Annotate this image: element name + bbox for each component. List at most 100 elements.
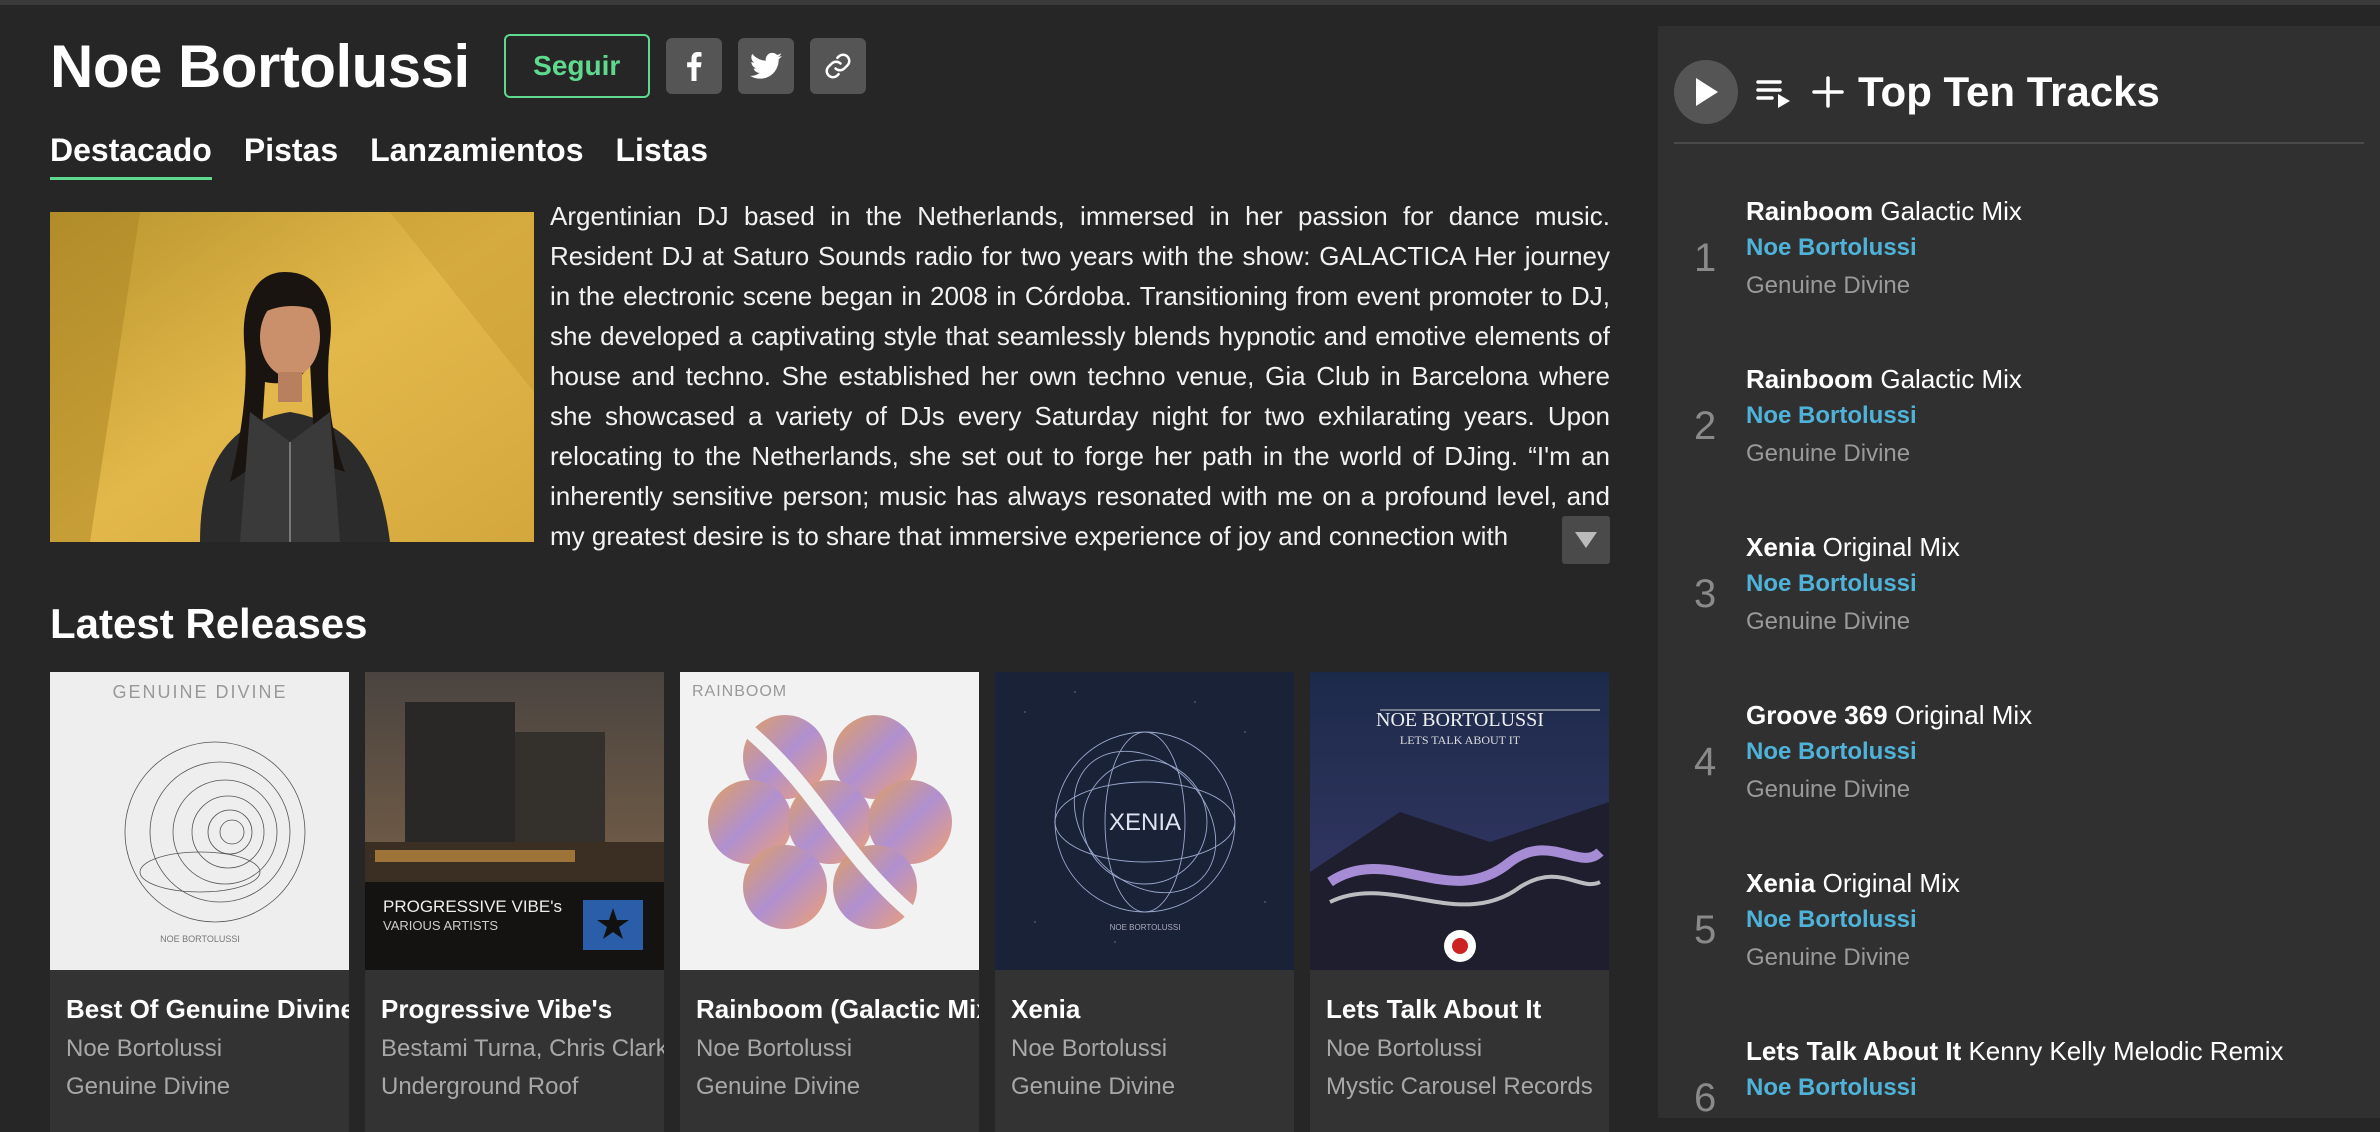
- track-title[interactable]: Rainboom Galactic Mix: [1746, 196, 2022, 227]
- track-title[interactable]: Xenia Original Mix: [1746, 868, 1960, 899]
- release-title[interactable]: Xenia: [995, 970, 1294, 1025]
- release-card[interactable]: NOE BORTOLUSSI LETS TALK ABOUT IT Lets T…: [1310, 672, 1609, 1132]
- track-name: Groove 369: [1746, 700, 1888, 730]
- tab-listas[interactable]: Listas: [616, 132, 708, 180]
- track-title[interactable]: Groove 369 Original Mix: [1746, 700, 2032, 731]
- expand-bio-button[interactable]: [1562, 516, 1610, 564]
- track-item[interactable]: 5 Xenia Original Mix Noe Bortolussi Genu…: [1658, 868, 2380, 1036]
- track-label[interactable]: Genuine Divine: [1746, 944, 1910, 972]
- cover-subtext: LETS TALK ABOUT IT: [1400, 733, 1521, 747]
- release-title[interactable]: Best Of Genuine Divine: [50, 970, 349, 1025]
- release-label[interactable]: Genuine Divine: [680, 1063, 979, 1101]
- track-name: Xenia: [1746, 532, 1816, 562]
- track-item[interactable]: 4 Groove 369 Original Mix Noe Bortolussi…: [1658, 700, 2380, 868]
- release-cover[interactable]: GENUINE DIVINE NOE BORTOLUSSI: [50, 672, 349, 970]
- latest-releases-title: Latest Releases: [50, 600, 368, 647]
- track-title[interactable]: Rainboom Galactic Mix: [1746, 364, 2022, 395]
- release-artist[interactable]: Noe Bortolussi: [680, 1025, 979, 1063]
- track-name: Lets Talk About It: [1746, 1036, 1962, 1066]
- twitter-button[interactable]: [737, 38, 794, 94]
- track-artist[interactable]: Noe Bortolussi: [1746, 1074, 1917, 1102]
- track-artist[interactable]: Noe Bortolussi: [1746, 906, 1917, 934]
- release-card[interactable]: PROGRESSIVE VIBE's VARIOUS ARTISTS Progr…: [365, 672, 664, 1132]
- track-label[interactable]: Genuine Divine: [1746, 440, 1910, 468]
- release-label[interactable]: Genuine Divine: [50, 1063, 349, 1101]
- track-number: 5: [1694, 908, 1717, 952]
- release-title[interactable]: Progressive Vibe's: [365, 970, 664, 1025]
- cover-text: RAINBOOM: [692, 683, 787, 700]
- tab-destacado[interactable]: Destacado: [50, 132, 212, 180]
- release-artist[interactable]: Noe Bortolussi: [995, 1025, 1294, 1063]
- track-name: Rainboom: [1746, 196, 1874, 226]
- releases-row: GENUINE DIVINE NOE BORTOLUSSI Best Of Ge…: [50, 672, 1609, 1132]
- cover-text: GENUINE DIVINE: [112, 682, 287, 702]
- track-item[interactable]: 3 Xenia Original Mix Noe Bortolussi Genu…: [1658, 532, 2380, 700]
- release-title[interactable]: Lets Talk About It: [1310, 970, 1609, 1025]
- tab-pistas[interactable]: Pistas: [244, 132, 338, 180]
- release-label[interactable]: Genuine Divine: [995, 1063, 1294, 1101]
- release-title[interactable]: Rainboom (Galactic Mix): [680, 970, 979, 1025]
- release-artist[interactable]: Noe Bortolussi: [1310, 1025, 1609, 1063]
- track-item[interactable]: 2 Rainboom Galactic Mix Noe Bortolussi G…: [1658, 364, 2380, 532]
- track-artist[interactable]: Noe Bortolussi: [1746, 570, 1917, 598]
- track-label[interactable]: Genuine Divine: [1746, 776, 1910, 804]
- release-label[interactable]: Mystic Carousel Records: [1310, 1063, 1609, 1101]
- track-name: Xenia: [1746, 868, 1816, 898]
- track-name: Rainboom: [1746, 364, 1874, 394]
- track-number: 2: [1694, 404, 1717, 448]
- release-card[interactable]: XENIA NOE BORTOLUSSI Xenia Noe Bortoluss…: [995, 672, 1294, 1132]
- release-cover[interactable]: PROGRESSIVE VIBE's VARIOUS ARTISTS: [365, 672, 664, 970]
- artist-photo: [50, 212, 534, 542]
- top-border: [0, 0, 2380, 5]
- track-artist[interactable]: Noe Bortolussi: [1746, 402, 1917, 430]
- track-item[interactable]: 6 Lets Talk About It Kenny Kelly Melodic…: [1658, 1036, 2380, 1118]
- follow-button[interactable]: Seguir: [503, 34, 650, 98]
- add-icon[interactable]: [1812, 76, 1844, 108]
- copy-link-button[interactable]: [809, 38, 866, 94]
- track-number: 3: [1694, 572, 1717, 616]
- play-all-button[interactable]: [1674, 60, 1738, 124]
- facebook-icon: [686, 52, 702, 81]
- track-mix: Original Mix: [1822, 868, 1960, 898]
- divider: [1674, 142, 2364, 144]
- artist-tabs: Destacado Pistas Lanzamientos Listas: [50, 132, 740, 180]
- release-cover[interactable]: RAINBOOM: [680, 672, 979, 970]
- track-mix: Galactic Mix: [1880, 196, 2022, 226]
- cover-subtext: NOE BORTOLUSSI: [160, 934, 240, 944]
- chevron-down-icon: [1575, 532, 1597, 548]
- track-title[interactable]: Lets Talk About It Kenny Kelly Melodic R…: [1746, 1036, 2283, 1067]
- twitter-icon: [749, 52, 782, 79]
- cover-text: PROGRESSIVE VIBE's: [383, 897, 562, 916]
- cover-subtext: VARIOUS ARTISTS: [383, 918, 498, 933]
- track-label[interactable]: Genuine Divine: [1746, 272, 1910, 300]
- facebook-button[interactable]: [665, 38, 722, 94]
- artist-header: Noe Bortolussi Seguir: [50, 30, 866, 102]
- track-number: 1: [1694, 236, 1717, 280]
- cover-text: NOE BORTOLUSSI: [1376, 709, 1544, 731]
- link-icon: [825, 53, 851, 79]
- release-artist[interactable]: Bestami Turna, Chris Clark: [365, 1025, 664, 1063]
- track-number: 6: [1694, 1076, 1717, 1118]
- track-number: 4: [1694, 740, 1717, 784]
- track-artist[interactable]: Noe Bortolussi: [1746, 738, 1917, 766]
- release-card[interactable]: GENUINE DIVINE NOE BORTOLUSSI Best Of Ge…: [50, 672, 349, 1132]
- release-label[interactable]: Underground Roof: [365, 1063, 664, 1101]
- track-label[interactable]: Genuine Divine: [1746, 608, 1910, 636]
- track-mix: Galactic Mix: [1880, 364, 2022, 394]
- track-item[interactable]: 1 Rainboom Galactic Mix Noe Bortolussi G…: [1658, 196, 2380, 364]
- release-cover[interactable]: NOE BORTOLUSSI LETS TALK ABOUT IT: [1310, 672, 1609, 970]
- cover-subtext: NOE BORTOLUSSI: [1110, 923, 1181, 932]
- top-tracks-panel: Top Ten Tracks 1 Rainboom Galactic Mix N…: [1658, 26, 2380, 1118]
- tab-lanzamientos[interactable]: Lanzamientos: [370, 132, 583, 180]
- add-to-queue-icon[interactable]: [1756, 76, 1792, 108]
- artist-name: Noe Bortolussi: [50, 32, 470, 100]
- track-mix: Original Mix: [1894, 700, 2033, 730]
- release-cover[interactable]: XENIA NOE BORTOLUSSI: [995, 672, 1294, 970]
- release-artist[interactable]: Noe Bortolussi: [50, 1025, 349, 1063]
- cover-text: XENIA: [1109, 809, 1181, 836]
- play-icon: [1696, 78, 1718, 106]
- track-title[interactable]: Xenia Original Mix: [1746, 532, 1960, 563]
- top-tracks-title: Top Ten Tracks: [1858, 68, 2160, 115]
- track-artist[interactable]: Noe Bortolussi: [1746, 234, 1917, 262]
- release-card[interactable]: RAINBOOM Rainboom (Galactic Mix) Noe Bor…: [680, 672, 979, 1132]
